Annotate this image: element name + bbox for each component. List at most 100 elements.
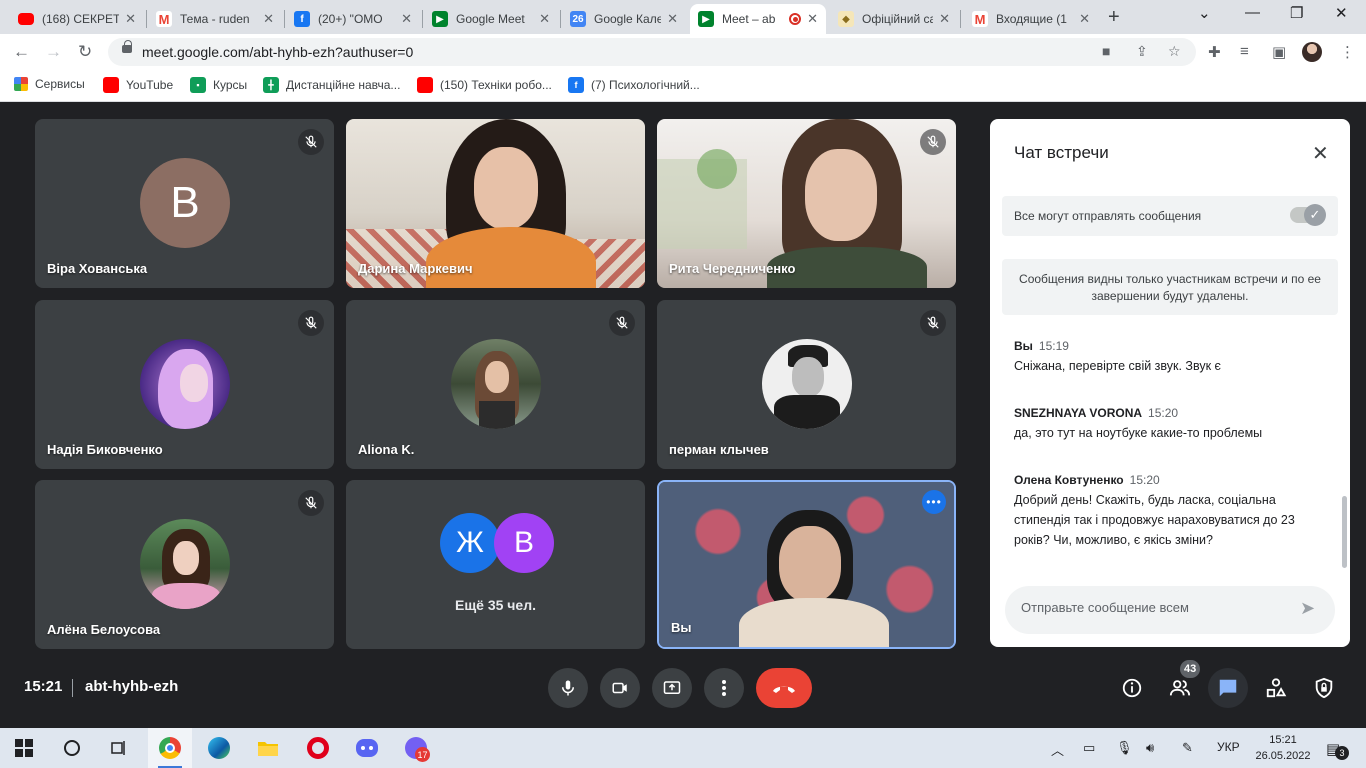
- close-tab-icon[interactable]: ✕: [1079, 11, 1090, 27]
- participant-tile[interactable]: Алёна Белоусова: [35, 480, 334, 649]
- sheets-icon: ╋: [263, 77, 279, 93]
- bookmark-item[interactable]: (150) Техніки робо...: [417, 77, 552, 93]
- calendar-icon: 26: [570, 11, 586, 27]
- close-tab-icon[interactable]: ✕: [539, 11, 550, 27]
- browser-tab[interactable]: M Тема - ruden ✕: [148, 4, 282, 34]
- meeting-clock: 15:21: [24, 678, 63, 695]
- browser-tab[interactable]: M Входящие (1 ✕: [964, 4, 1098, 34]
- taskbar-date: 26.05.2022: [1255, 750, 1311, 762]
- participant-tile[interactable]: Aliona K.: [346, 300, 645, 469]
- forward-icon[interactable]: →: [45, 42, 62, 62]
- present-screen-button[interactable]: [652, 668, 692, 708]
- youtube-icon: [417, 77, 433, 93]
- more-options-button[interactable]: [704, 668, 744, 708]
- message-time: 15:20: [1129, 473, 1160, 487]
- bookmark-star-icon[interactable]: ☆: [1168, 43, 1181, 60]
- chat-icon[interactable]: [1214, 674, 1242, 702]
- close-tab-icon[interactable]: ✕: [401, 11, 412, 27]
- close-tab-icon[interactable]: ✕: [807, 11, 818, 27]
- browser-tab[interactable]: f (20+) "ОМО ✕: [286, 4, 420, 34]
- lock-icon[interactable]: [122, 40, 132, 53]
- side-panel-icon[interactable]: ▣: [1272, 43, 1286, 61]
- camera-in-use-icon[interactable]: ■: [1102, 43, 1110, 59]
- close-tab-icon[interactable]: ✕: [263, 11, 274, 27]
- close-tab-icon[interactable]: ✕: [939, 11, 950, 27]
- host-controls-icon[interactable]: [1310, 674, 1338, 702]
- file-explorer-icon[interactable]: [256, 736, 280, 760]
- more-vert-icon: [722, 680, 726, 696]
- chat-permission-toggle[interactable]: ✓: [1290, 204, 1326, 226]
- avatar-initial: В: [140, 158, 230, 248]
- meet-icon: ▶: [698, 11, 714, 27]
- media-control-icon[interactable]: ≡: [1240, 43, 1249, 60]
- chat-scrollbar[interactable]: [1342, 496, 1347, 568]
- reload-icon[interactable]: ↻: [78, 42, 92, 62]
- participant-tile[interactable]: Дарина Маркевич: [346, 119, 645, 288]
- task-view-icon[interactable]: [107, 736, 131, 760]
- close-tab-icon[interactable]: ✕: [667, 11, 678, 27]
- microphone-button[interactable]: [548, 668, 588, 708]
- notification-count: 3: [1335, 746, 1349, 760]
- back-icon[interactable]: ←: [13, 42, 30, 62]
- recording-icon: [789, 13, 802, 25]
- new-tab-icon[interactable]: +: [1108, 6, 1120, 29]
- battery-icon[interactable]: ▭: [1083, 740, 1095, 756]
- taskbar-clock[interactable]: 15:21 26.05.2022: [1248, 732, 1318, 764]
- camera-button[interactable]: [600, 668, 640, 708]
- more-options-icon[interactable]: •••: [922, 490, 946, 514]
- browser-tab-active[interactable]: ▶ Meet – ab ✕: [690, 4, 826, 34]
- share-icon[interactable]: ⇪: [1136, 43, 1148, 60]
- windows-start-icon[interactable]: [12, 736, 36, 760]
- people-icon[interactable]: [1166, 674, 1194, 702]
- discord-icon[interactable]: [355, 736, 379, 760]
- tab-search-icon[interactable]: ⌄: [1198, 4, 1211, 22]
- close-tab-icon[interactable]: ✕: [125, 11, 136, 27]
- browser-tab[interactable]: ◆ Офіційний са ✕: [830, 4, 958, 34]
- send-icon[interactable]: ➤: [1300, 598, 1315, 619]
- volume-icon[interactable]: 🔊︎: [1146, 740, 1154, 756]
- chat-title: Чат встречи: [1014, 143, 1109, 162]
- restore-icon[interactable]: ❐: [1290, 4, 1303, 22]
- extensions-icon[interactable]: ✚: [1208, 43, 1221, 61]
- opera-icon[interactable]: [306, 736, 330, 760]
- chrome-icon[interactable]: [158, 736, 182, 760]
- close-window-icon[interactable]: ✕: [1335, 4, 1348, 22]
- bookmark-item[interactable]: ▪ Курсы: [190, 77, 247, 93]
- message-time: 15:20: [1148, 406, 1179, 420]
- bookmark-item[interactable]: Сервисы: [14, 77, 85, 91]
- tray-mic-icon[interactable]: 🎙︎: [1116, 740, 1133, 756]
- participant-tile[interactable]: Рита Чередниченко: [657, 119, 956, 288]
- participant-tile[interactable]: перман клычев: [657, 300, 956, 469]
- more-participants-tile[interactable]: Ж В Ещё 35 чел.: [346, 480, 645, 649]
- show-hidden-icons[interactable]: ︿: [1051, 740, 1064, 759]
- bookmark-item[interactable]: YouTube: [103, 77, 173, 93]
- meeting-details-icon[interactable]: [1118, 674, 1146, 702]
- mic-off-icon: [920, 129, 946, 155]
- browser-tab[interactable]: ▶ Google Meet ✕: [424, 4, 558, 34]
- divider: [72, 679, 73, 697]
- browser-tab[interactable]: 26 Google Кален ✕: [562, 4, 686, 34]
- pen-icon[interactable]: ✎: [1182, 740, 1193, 756]
- minimize-icon[interactable]: —: [1245, 4, 1260, 21]
- viber-icon[interactable]: 17: [404, 736, 430, 762]
- edge-icon[interactable]: [207, 736, 231, 760]
- mic-off-icon: [609, 310, 635, 336]
- url-text[interactable]: meet.google.com/abt-hyhb-ezh?authuser=0: [142, 44, 413, 60]
- youtube-icon: [103, 77, 119, 93]
- bookmark-item[interactable]: ╋ Дистанційне навча...: [263, 77, 400, 93]
- self-video-tile[interactable]: ••• Вы: [657, 480, 956, 649]
- participant-tile[interactable]: Надія Биковченко: [35, 300, 334, 469]
- omnibox[interactable]: meet.google.com/abt-hyhb-ezh?authuser=0 …: [108, 38, 1196, 66]
- menu-icon[interactable]: ⋮: [1340, 43, 1355, 61]
- bookmark-item[interactable]: f (7) Психологічний...: [568, 77, 700, 93]
- activities-icon[interactable]: [1262, 674, 1290, 702]
- chat-message-input[interactable]: [1021, 600, 1291, 615]
- profile-avatar[interactable]: [1302, 42, 1322, 62]
- leave-call-button[interactable]: [756, 668, 812, 708]
- language-indicator[interactable]: УКР: [1217, 740, 1240, 754]
- close-icon[interactable]: ✕: [1312, 141, 1329, 166]
- search-icon[interactable]: [60, 736, 84, 760]
- more-participants-avatars: Ж В: [440, 513, 554, 575]
- participant-tile[interactable]: В Віра Хованська: [35, 119, 334, 288]
- browser-tab[interactable]: (168) СЕКРЕТ ✕: [10, 4, 144, 34]
